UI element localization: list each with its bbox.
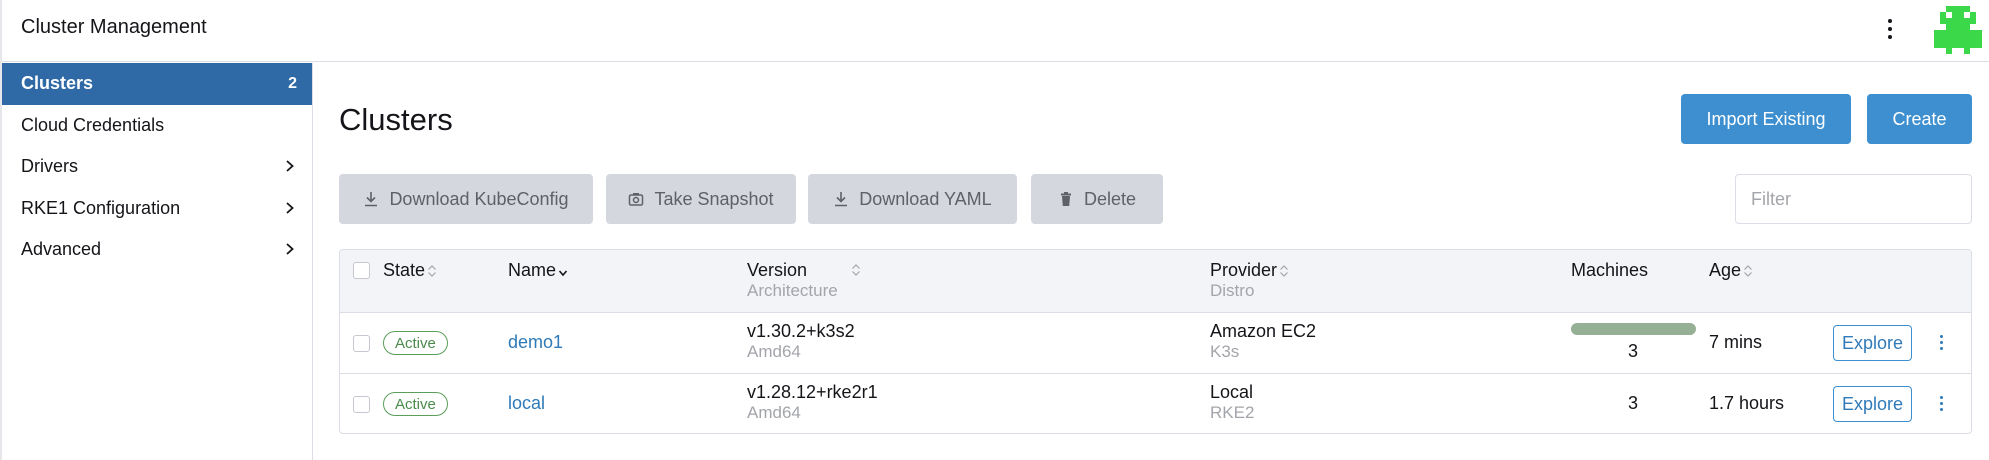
- sort-icon[interactable]: [851, 263, 861, 277]
- sidebar-item-clusters[interactable]: Clusters 2: [2, 63, 312, 105]
- column-header-machines: Machines: [1571, 260, 1649, 280]
- cluster-name-link[interactable]: local: [508, 393, 545, 414]
- delete-button[interactable]: Delete: [1031, 174, 1163, 224]
- status-badge: Active: [383, 392, 448, 416]
- explore-button[interactable]: Explore: [1833, 386, 1912, 422]
- download-yaml-button[interactable]: Download YAML: [808, 174, 1017, 224]
- sort-icon: [1744, 265, 1752, 278]
- top-bar: Cluster Management: [0, 0, 1989, 460]
- button-label: Download KubeConfig: [389, 188, 569, 209]
- machines-count: 3: [1628, 393, 1639, 413]
- version-cell: v1.28.12+rke2r1 Amd64: [747, 382, 878, 422]
- chevron-right-icon: [286, 243, 294, 255]
- import-existing-button[interactable]: Import Existing: [1681, 94, 1851, 144]
- app-title: Cluster Management: [21, 16, 207, 38]
- column-header-provider[interactable]: Provider Distro: [1210, 260, 1289, 301]
- camera-icon: [629, 193, 644, 206]
- row-actions-kebab-icon[interactable]: [1935, 392, 1947, 414]
- provider-cell: Amazon EC2 K3s: [1210, 321, 1317, 361]
- machines-progress-bar: [1571, 323, 1696, 335]
- sidebar-item-label: Cloud Credentials: [21, 114, 165, 135]
- sort-descending-icon: [558, 270, 568, 277]
- column-header-age[interactable]: Age: [1709, 260, 1753, 281]
- machines-count: 3: [1628, 341, 1639, 361]
- button-label: Take Snapshot: [654, 188, 774, 209]
- select-all-checkbox[interactable]: [353, 262, 370, 279]
- create-button[interactable]: Create: [1867, 94, 1972, 144]
- version-cell: v1.30.2+k3s2 Amd64: [747, 321, 855, 361]
- sidebar-item-label: Clusters: [21, 73, 94, 94]
- age-value: 1.7 hours: [1709, 393, 1785, 413]
- download-kubeconfig-button[interactable]: Download KubeConfig: [339, 174, 593, 224]
- button-label: Delete: [1083, 188, 1137, 209]
- sidebar-item-rke1-configuration[interactable]: RKE1 Configuration: [2, 188, 312, 230]
- sidebar-item-advanced[interactable]: Advanced: [2, 229, 312, 271]
- download-icon: [835, 192, 848, 207]
- cluster-count-badge: 2: [288, 74, 297, 92]
- sidebar-item-label: Advanced: [21, 239, 102, 260]
- user-avatar-icon[interactable]: [1934, 6, 1982, 54]
- sort-icon: [428, 265, 436, 278]
- sort-icon: [1280, 265, 1288, 278]
- filter-input[interactable]: [1735, 174, 1972, 224]
- download-icon: [365, 192, 378, 207]
- page-title: Clusters: [339, 102, 453, 137]
- sidebar-item-label: RKE1 Configuration: [21, 197, 181, 218]
- sidebar-item-label: Drivers: [21, 156, 78, 177]
- trash-icon: [1060, 192, 1071, 206]
- cluster-name-link[interactable]: demo1: [508, 332, 563, 353]
- column-header-name[interactable]: Name: [508, 260, 568, 281]
- button-label: Download YAML: [859, 188, 992, 209]
- kebab-menu-icon[interactable]: [1878, 14, 1902, 44]
- take-snapshot-button[interactable]: Take Snapshot: [606, 174, 796, 224]
- row-checkbox[interactable]: [353, 335, 370, 352]
- explore-button[interactable]: Explore: [1833, 325, 1912, 361]
- row-checkbox[interactable]: [353, 396, 370, 413]
- column-header-version[interactable]: Version Architecture: [747, 260, 838, 301]
- chevron-right-icon: [286, 160, 294, 172]
- age-value: 7 mins: [1709, 332, 1763, 352]
- clusters-table: State Name Version Architecture Provider…: [339, 249, 1972, 434]
- column-subheader-architecture: Architecture: [747, 281, 838, 300]
- column-header-state[interactable]: State: [383, 260, 437, 281]
- table-header: State Name Version Architecture Provider…: [340, 250, 1971, 313]
- sidebar-item-cloud-credentials[interactable]: Cloud Credentials: [2, 105, 312, 147]
- table-row: Active demo1 v1.30.2+k3s2 Amd64 Amazon E…: [340, 313, 1971, 374]
- chevron-right-icon: [286, 201, 294, 214]
- column-subheader-distro: Distro: [1210, 281, 1255, 300]
- sidebar: Clusters 2 Cloud Credentials Drivers RKE…: [2, 63, 313, 460]
- status-badge: Active: [383, 331, 448, 355]
- row-actions-kebab-icon[interactable]: [1935, 331, 1947, 353]
- provider-cell: Local RKE2: [1210, 382, 1255, 422]
- sidebar-item-drivers[interactable]: Drivers: [2, 146, 312, 188]
- table-row: Active local v1.28.12+rke2r1 Amd64 Local…: [340, 374, 1971, 433]
